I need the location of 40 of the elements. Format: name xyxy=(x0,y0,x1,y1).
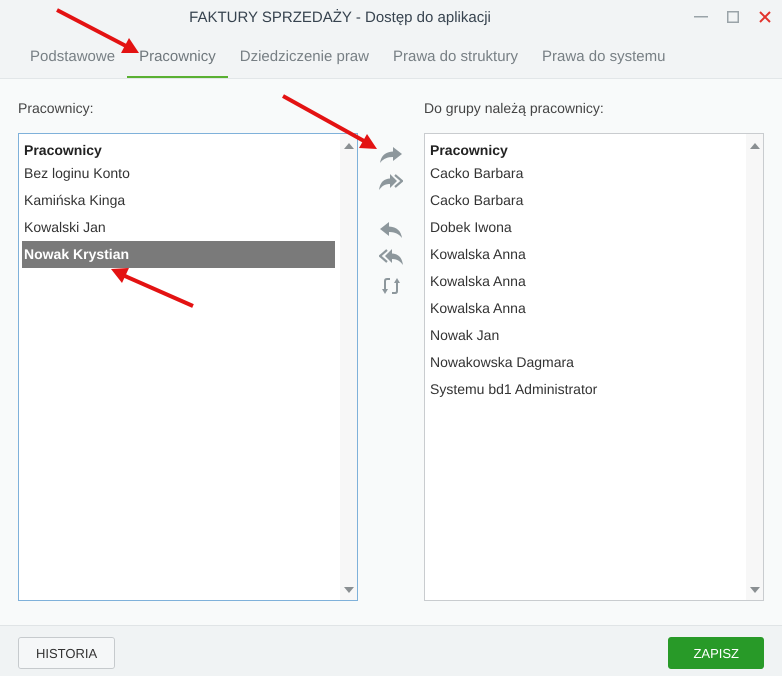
tab[interactable]: Prawa do struktury xyxy=(381,34,530,78)
scrollbar[interactable] xyxy=(340,134,357,600)
up-triangle-icon[interactable] xyxy=(750,143,760,149)
list-label: Do grupy należą pracownicy: xyxy=(424,99,605,117)
back-arrow-icon xyxy=(380,222,402,238)
list-item[interactable]: Nowakowska Dagmara xyxy=(428,349,741,376)
minimize-icon xyxy=(694,16,708,18)
list-item[interactable]: Dobek Iwona xyxy=(428,214,741,241)
list-item[interactable]: Cacko Barbara xyxy=(428,187,741,214)
list-header: Pracownicy xyxy=(23,141,103,160)
tab[interactable]: Prawa do systemu xyxy=(530,34,678,78)
list-item[interactable]: Nowak Jan xyxy=(428,322,741,349)
tab[interactable]: Dziedziczenie praw xyxy=(228,34,381,78)
down-triangle-icon[interactable] xyxy=(344,587,354,593)
list-item[interactable]: Kowalska Anna xyxy=(428,268,741,295)
forward-arrow-icon xyxy=(380,147,402,163)
close-icon xyxy=(759,11,771,23)
down-triangle-icon[interactable] xyxy=(750,587,760,593)
list-item[interactable]: Systemu bd1 Administrator xyxy=(428,376,741,403)
list-item[interactable]: Kowalski Jan xyxy=(22,214,335,241)
up-triangle-icon[interactable] xyxy=(344,143,354,149)
save-button[interactable]: ZAPISZ xyxy=(668,637,764,669)
maximize-icon xyxy=(727,11,739,23)
list-item[interactable]: Kowalska Anna xyxy=(428,241,741,268)
double-forward-arrow-icon xyxy=(379,174,403,190)
list-item[interactable]: Kowalska Anna xyxy=(428,295,741,322)
double-back-arrow-icon xyxy=(379,249,403,265)
list-item[interactable]: Kamińska Kinga xyxy=(22,187,335,214)
window-title: FAKTURY SPRZEDAŻY - Dostęp do aplikacji xyxy=(189,8,491,26)
swap-arrows-icon xyxy=(382,276,400,296)
scrollbar[interactable] xyxy=(746,134,763,600)
list-item[interactable]: Cacko Barbara xyxy=(428,160,741,187)
list-header: Pracownicy xyxy=(429,141,509,160)
list-item[interactable]: Bez loginu Konto xyxy=(22,160,335,187)
list-item[interactable]: Nowak Krystian xyxy=(22,241,335,268)
list-box[interactable]: Pracownicy Cacko Barbara Cacko Barbara Dobek Iwona Kowalska Anna Kowalska Anna Kowalska Anna Nowak Jan Nowakowska Dagmara Systemu bd1 Administrator xyxy=(424,133,764,601)
tab[interactable]: Podstawowe xyxy=(18,34,128,78)
list-box[interactable]: Pracownicy Bez loginu Konto Kamińska Kinga Kowalski Jan Nowak Krystian xyxy=(18,133,358,601)
list-label: Pracownicy: xyxy=(18,99,94,117)
history-button[interactable]: HISTORIA xyxy=(18,637,116,669)
